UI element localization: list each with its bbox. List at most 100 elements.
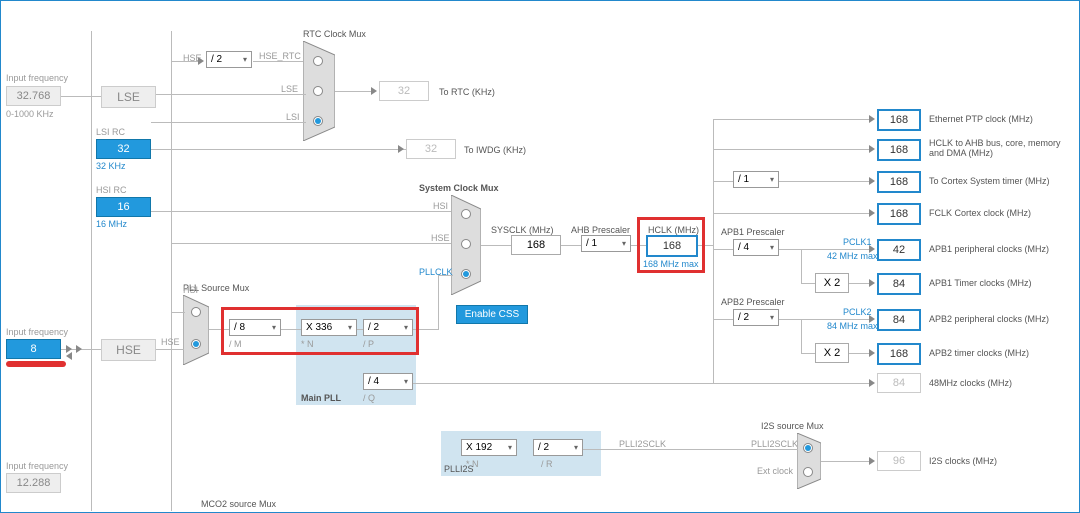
iwdg-out-label: To IWDG (KHz): [464, 145, 526, 155]
apb2-label: APB2 Prescaler: [721, 297, 785, 307]
chevron-down-icon: ▾: [404, 377, 408, 386]
pclk2-value: 84: [877, 309, 921, 331]
pll-n-select[interactable]: X 336▾: [301, 319, 357, 336]
apb1-timer-mult: X 2: [815, 273, 849, 293]
pll-n-label: * N: [301, 339, 314, 349]
apb2-timer-label: APB2 timer clocks (MHz): [929, 348, 1029, 358]
rtc-hse-div-select[interactable]: / 2 ▾: [206, 51, 252, 68]
rtc-out-label: To RTC (KHz): [439, 87, 495, 97]
plli2sclk-label: PLLI2SCLK: [619, 439, 666, 449]
ahb-prescaler-label: AHB Prescaler: [571, 225, 630, 235]
rtc-hse-div-value: / 2: [211, 54, 222, 65]
hsi-rc-label: HSI RC: [96, 185, 127, 195]
pclk1-value: 42: [877, 239, 921, 261]
enable-css-button[interactable]: Enable CSS: [456, 305, 528, 324]
apb1-timer-value: 84: [877, 273, 921, 295]
chevron-down-icon: ▾: [574, 443, 578, 452]
hclk-bus-value: 168: [877, 139, 921, 161]
sys-hsi-label: HSI: [433, 201, 448, 211]
mco2-label: MCO2 source Mux: [201, 499, 276, 509]
sys-mux-pllclk-radio[interactable]: [461, 269, 471, 279]
i2s-mux-pll-radio[interactable]: [803, 443, 813, 453]
chevron-down-icon: ▾: [508, 443, 512, 452]
m48-label: 48MHz clocks (MHz): [929, 378, 1012, 388]
apb1-select[interactable]: / 4▾: [733, 239, 779, 256]
pll-mux-hsi-radio[interactable]: [191, 307, 201, 317]
pclk1-label: PCLK1: [843, 237, 872, 247]
plli2s-r-select[interactable]: / 2▾: [533, 439, 583, 456]
rtc-mux-lse-radio[interactable]: [313, 86, 323, 96]
apb2-timer-mult: X 2: [815, 343, 849, 363]
chevron-down-icon: ▾: [404, 323, 408, 332]
pll-q-select[interactable]: / 4▾: [363, 373, 413, 390]
sys-mux-hsi-radio[interactable]: [461, 209, 471, 219]
rtc-lse-label: LSE: [281, 84, 298, 94]
plli2s-n-select[interactable]: X 192▾: [461, 439, 517, 456]
chevron-down-icon: ▾: [622, 239, 626, 248]
input-freq-3-value[interactable]: 12.288: [6, 473, 61, 493]
input-freq-1-range: 0-1000 KHz: [6, 109, 54, 119]
rtc-mux-lsi-radio[interactable]: [313, 116, 323, 126]
pll-mux[interactable]: [183, 295, 209, 365]
main-pll-label: Main PLL: [301, 393, 341, 403]
pclk2-label: PCLK2: [843, 307, 872, 317]
cortex-div-select[interactable]: / 1▾: [733, 171, 779, 188]
pll-hsi-label: HSI: [183, 285, 198, 295]
pll-p-label: / P: [363, 339, 374, 349]
hclk-value[interactable]: 168: [646, 235, 698, 257]
m48-value: 84: [877, 373, 921, 393]
input-freq-2-label: Input frequency: [6, 327, 68, 337]
plli2sclk-label2: PLLI2SCLK: [751, 439, 798, 449]
hse-rtc-label: HSE_RTC: [259, 51, 301, 61]
hse-box[interactable]: HSE: [101, 339, 156, 361]
pll-mux-hse-radio[interactable]: [191, 339, 201, 349]
hclk-bus-label: HCLK to AHB bus, core, memory and DMA (M…: [929, 139, 1074, 159]
pclk2-desc: APB2 peripheral clocks (MHz): [929, 314, 1049, 324]
plli2s-r-label: / R: [541, 459, 553, 469]
chevron-down-icon: ▾: [770, 313, 774, 322]
lsi-rc-label: LSI RC: [96, 127, 125, 137]
fclk-label: FCLK Cortex clock (MHz): [929, 208, 1031, 218]
lsi-rc-sub: 32 KHz: [96, 161, 126, 171]
pll-p-select[interactable]: / 2▾: [363, 319, 413, 336]
trunk-line-1: [91, 31, 92, 511]
input-freq-3-label: Input frequency: [6, 461, 68, 471]
pclk1-max: 42 MHz max: [827, 251, 878, 261]
i2s-mux-ext-radio[interactable]: [803, 467, 813, 477]
lse-box[interactable]: LSE: [101, 86, 156, 108]
cortex-timer-label: To Cortex System timer (MHz): [929, 176, 1050, 186]
i2s-ext-label: Ext clock: [757, 466, 793, 476]
chevron-down-icon: ▾: [770, 175, 774, 184]
ahb-prescaler-select[interactable]: / 1▾: [581, 235, 631, 252]
i2s-mux[interactable]: [797, 433, 821, 489]
lsi-rc-value: 32: [96, 139, 151, 159]
apb2-select[interactable]: / 2▾: [733, 309, 779, 326]
eth-ptp-value: 168: [877, 109, 921, 131]
apb1-timer-label: APB1 Timer clocks (MHz): [929, 278, 1032, 288]
iwdg-out-value: 32: [406, 139, 456, 159]
input-freq-2-value[interactable]: 8: [6, 339, 61, 359]
rtc-mux-title: RTC Clock Mux: [303, 29, 366, 39]
rtc-lsi-label: LSI: [286, 112, 300, 122]
apb2-timer-value: 168: [877, 343, 921, 365]
pll-m-label: / M: [229, 339, 242, 349]
i2s-mux-title: I2S source Mux: [761, 421, 824, 431]
pll-q-label: / Q: [363, 393, 375, 403]
chevron-down-icon: ▾: [272, 323, 276, 332]
sys-hse-label: HSE: [431, 233, 450, 243]
input-freq-1-label: Input frequency: [6, 73, 68, 83]
hclk-max: 168 MHz max: [643, 259, 699, 269]
fclk-value: 168: [877, 203, 921, 225]
input-freq-1-value[interactable]: 32.768: [6, 86, 61, 106]
plli2s-label: PLLI2S: [444, 464, 474, 474]
rtc-mux-hse-radio[interactable]: [313, 56, 323, 66]
hsi-rc-sub: 16 MHz: [96, 219, 127, 229]
apb1-label: APB1 Prescaler: [721, 227, 785, 237]
pclk2-max: 84 MHz max: [827, 321, 878, 331]
pll-m-select[interactable]: / 8▾: [229, 319, 281, 336]
sys-mux-hse-radio[interactable]: [461, 239, 471, 249]
chevron-down-icon: ▾: [770, 243, 774, 252]
sys-mux-title: System Clock Mux: [419, 183, 499, 193]
i2s-label: I2S clocks (MHz): [929, 456, 997, 466]
chevron-down-icon: ▾: [348, 323, 352, 332]
